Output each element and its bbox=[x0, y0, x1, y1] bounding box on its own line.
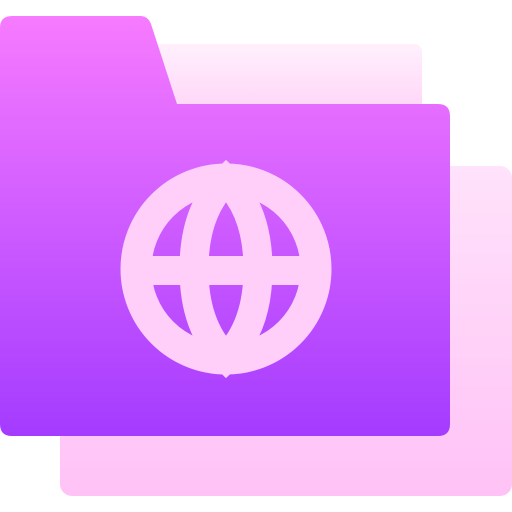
web-folder-icon bbox=[0, 16, 512, 496]
icon-canvas bbox=[0, 0, 512, 512]
